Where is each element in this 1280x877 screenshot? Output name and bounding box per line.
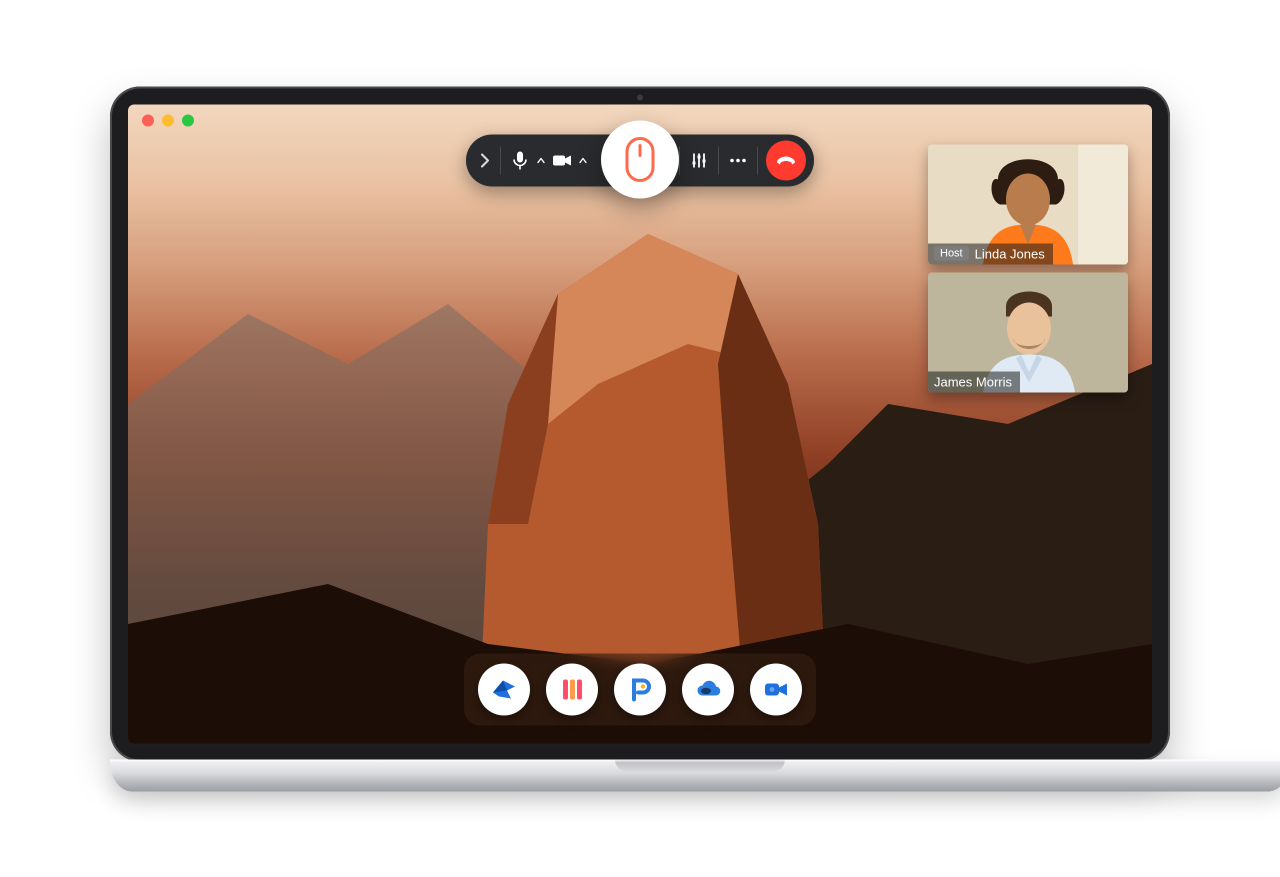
dock-app-mail[interactable] xyxy=(478,663,530,715)
more-icon xyxy=(729,157,747,163)
laptop-mockup: Host Linda Jones xyxy=(110,86,1170,791)
settings-sliders-button[interactable] xyxy=(684,145,714,175)
participant-label: James Morris xyxy=(928,371,1020,392)
host-badge: Host xyxy=(934,247,969,261)
separator xyxy=(757,146,758,174)
chevron-right-icon xyxy=(480,153,490,167)
video-camera-icon xyxy=(552,153,572,167)
webcam-dot xyxy=(637,94,643,100)
microphone-button[interactable] xyxy=(505,145,535,175)
separator xyxy=(500,146,501,174)
expand-toolbar-button[interactable] xyxy=(474,145,496,175)
more-options-button[interactable] xyxy=(723,145,753,175)
app-dock xyxy=(464,653,816,725)
cloud-icon xyxy=(693,674,723,704)
participant-name: James Morris xyxy=(934,374,1012,389)
close-window-button[interactable] xyxy=(142,114,154,126)
dock-app-drive[interactable] xyxy=(682,663,734,715)
participant-tile[interactable]: Host Linda Jones xyxy=(928,144,1128,264)
camera-options-button[interactable] xyxy=(577,157,589,163)
mail-bird-icon xyxy=(489,674,519,704)
microphone-icon xyxy=(512,150,528,170)
chevron-up-icon xyxy=(579,157,587,163)
participants-panel: Host Linda Jones xyxy=(928,144,1128,392)
camera-button[interactable] xyxy=(547,145,577,175)
laptop-lid: Host Linda Jones xyxy=(110,86,1170,761)
p-logo-icon xyxy=(625,674,655,704)
microphone-options-button[interactable] xyxy=(535,157,547,163)
mouse-icon xyxy=(625,136,655,182)
dock-app-boards[interactable] xyxy=(546,663,598,715)
separator xyxy=(718,146,719,174)
hang-up-icon xyxy=(775,155,797,165)
video-camera-icon xyxy=(761,674,791,704)
participant-tile[interactable]: James Morris xyxy=(928,272,1128,392)
dock-app-meeting[interactable] xyxy=(750,663,802,715)
sliders-icon xyxy=(690,151,708,169)
separator xyxy=(679,146,680,174)
window-controls xyxy=(142,114,194,126)
participant-label: Host Linda Jones xyxy=(928,243,1053,264)
minimize-window-button[interactable] xyxy=(162,114,174,126)
screen-viewport: Host Linda Jones xyxy=(128,104,1152,743)
dock-app-projects[interactable] xyxy=(614,663,666,715)
chevron-up-icon xyxy=(537,157,545,163)
zoom-window-button[interactable] xyxy=(182,114,194,126)
columns-icon xyxy=(557,674,587,704)
laptop-base xyxy=(110,759,1280,791)
remote-control-button[interactable] xyxy=(601,120,679,198)
hang-up-button[interactable] xyxy=(766,140,806,180)
participant-name: Linda Jones xyxy=(975,246,1045,261)
